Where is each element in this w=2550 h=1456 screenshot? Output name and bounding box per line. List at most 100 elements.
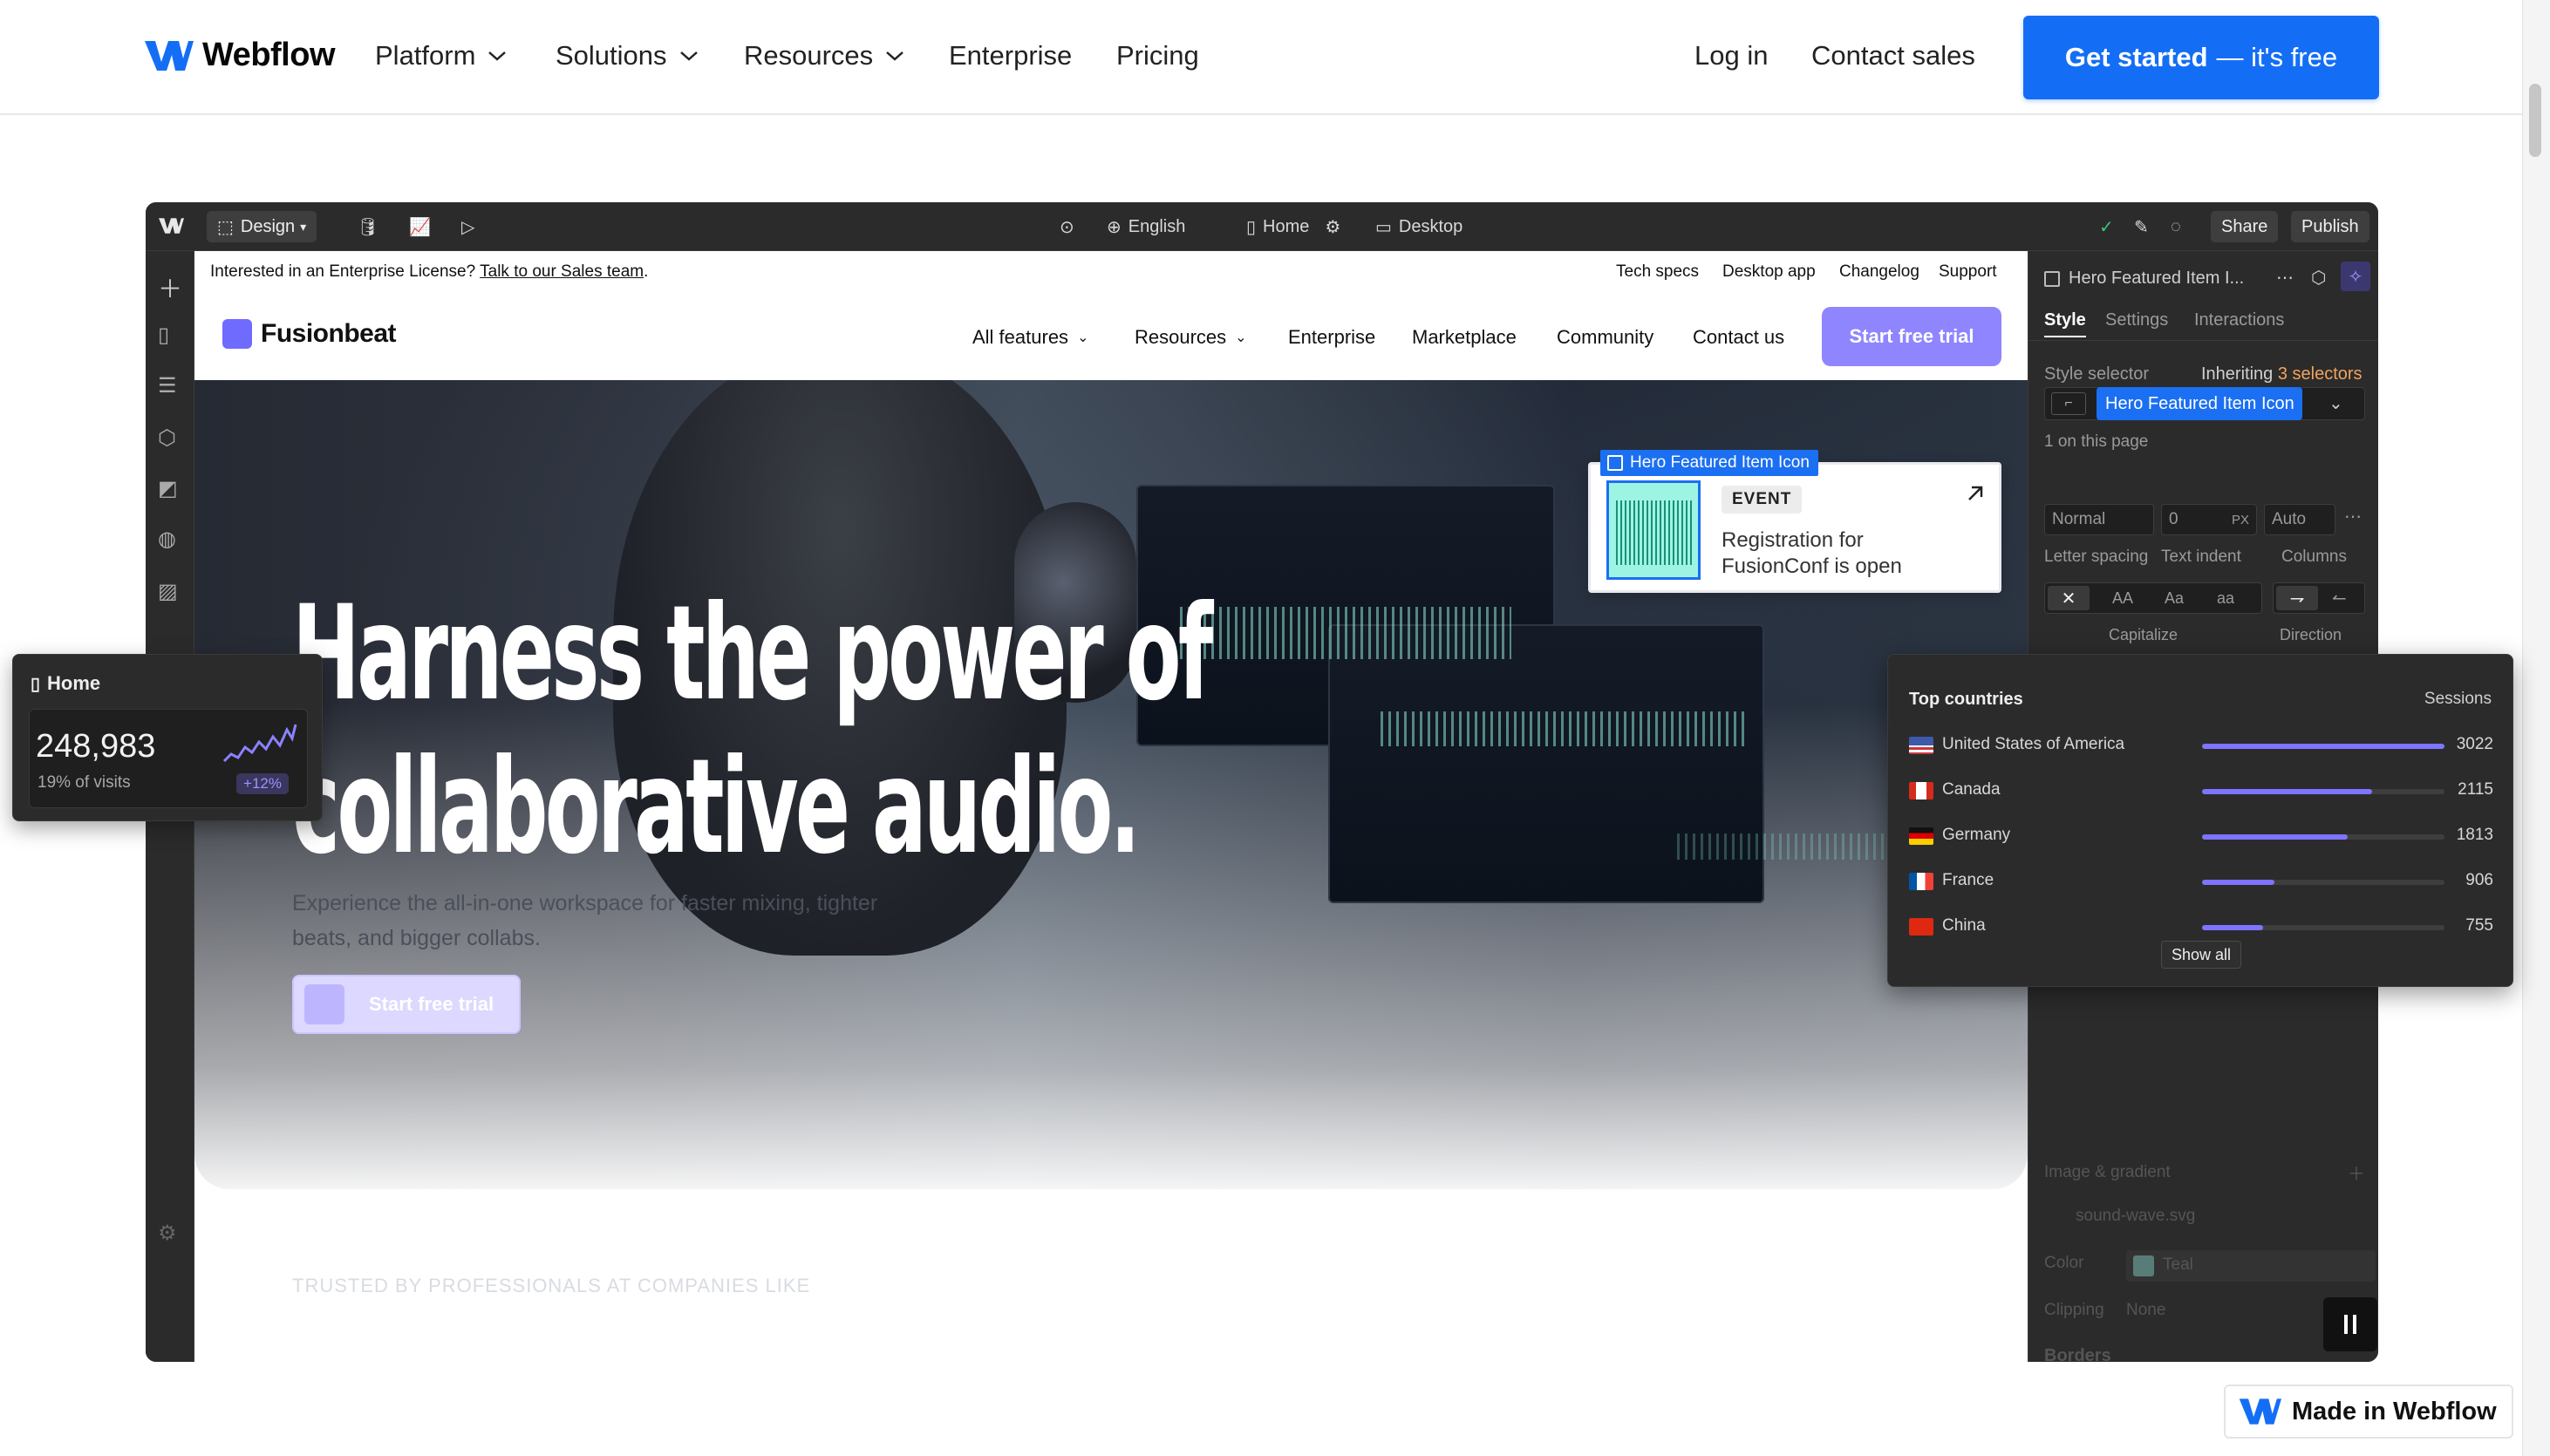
fb-nav-contact[interactable]: Contact us: [1693, 326, 1784, 349]
hero-start-trial-button[interactable]: Start free trial: [292, 975, 521, 1034]
webflow-logo-icon[interactable]: [158, 216, 184, 235]
image-file-name[interactable]: sound-wave.svg: [2076, 1207, 2195, 1226]
sessions-value: 906: [2465, 871, 2493, 889]
hero-featured-item-icon[interactable]: [1606, 480, 1701, 580]
page-selector[interactable]: ▯ Home ⚙: [1246, 213, 1340, 241]
screenshot-icon[interactable]: ⊙: [1060, 213, 1074, 241]
more-icon[interactable]: ⋯: [2344, 506, 2362, 527]
fb-nav-all-features[interactable]: All features ⌄: [972, 326, 1088, 349]
scrollbar-thumb[interactable]: [2529, 84, 2541, 157]
cms-icon[interactable]: 🛢: [357, 213, 378, 241]
columns-label: Columns: [2281, 548, 2347, 566]
variables-icon[interactable]: ◩: [158, 476, 182, 500]
settings-icon[interactable]: ⚙: [158, 1221, 182, 1245]
lowercase-toggle[interactable]: aa: [2217, 589, 2234, 608]
sessions-value: 755: [2465, 916, 2493, 935]
selector-type-icon[interactable]: ⌐: [2051, 392, 2086, 415]
util-support[interactable]: Support: [1939, 262, 1997, 282]
start-free-trial-button[interactable]: Start free trial: [1822, 307, 2001, 366]
color-label: Color: [2044, 1254, 2084, 1272]
country-row[interactable]: Canada 2115: [1909, 779, 2493, 805]
rtl-icon[interactable]: ↼: [2332, 588, 2347, 609]
nav-enterprise[interactable]: Enterprise: [949, 40, 1072, 71]
chevron-down-icon: ⌄: [1235, 330, 1247, 345]
get-started-button[interactable]: Get started — it's free: [2023, 16, 2379, 99]
add-icon[interactable]: ＋: [2348, 1160, 2365, 1185]
mode-label: Design: [240, 216, 296, 236]
tab-style[interactable]: Style: [2044, 310, 2086, 337]
page-visits-card[interactable]: ▯ Home 248,983 19% of visits +12%: [12, 654, 323, 821]
design-mode-dropdown[interactable]: ⬚ Design ▾: [207, 211, 317, 242]
play-icon[interactable]: ▷: [461, 213, 474, 241]
element-name: Hero Featured Item I...: [2069, 269, 2245, 288]
fb-nav-enterprise[interactable]: Enterprise: [1288, 326, 1375, 349]
chevron-down-icon[interactable]: ⌄: [2328, 392, 2343, 414]
styles-icon[interactable]: ◍: [158, 527, 182, 551]
made-in-webflow-badge[interactable]: Made in Webflow: [2224, 1385, 2513, 1439]
sales-team-link[interactable]: Talk to our Sales team: [480, 262, 644, 281]
locale-selector[interactable]: ⊕ English: [1107, 213, 1185, 241]
webflow-logo[interactable]: Webflow: [143, 37, 336, 74]
tab-interactions[interactable]: Interactions: [2194, 310, 2284, 330]
util-tech-specs[interactable]: Tech specs: [1616, 262, 1699, 282]
hero-featured-item[interactable]: EVENT Registration for FusionConf is open: [1588, 462, 2001, 593]
nav-solutions-label: Solutions: [556, 40, 667, 71]
selectors-count-link[interactable]: 3 selectors: [2278, 364, 2362, 384]
fb-nav-community[interactable]: Community: [1557, 326, 1653, 349]
login-link[interactable]: Log in: [1694, 40, 1768, 71]
hero-title-line2: collaborative audio.: [292, 731, 1141, 883]
event-tag: EVENT: [1722, 486, 1803, 514]
more-icon[interactable]: ⋯: [2276, 267, 2294, 289]
borders-heading[interactable]: Borders: [2044, 1346, 2111, 1362]
country-row[interactable]: France 906: [1909, 869, 2493, 895]
add-icon[interactable]: ＋: [158, 270, 182, 303]
visits-share: 19% of visits: [38, 773, 131, 792]
nav-resources[interactable]: Resources: [744, 40, 904, 71]
fb-nav-resources[interactable]: Resources ⌄: [1135, 326, 1247, 349]
text-indent-input[interactable]: 0 PX: [2161, 504, 2257, 535]
chat-icon[interactable]: ◌: [2171, 213, 2181, 241]
fusionbeat-logo[interactable]: Fusionbeat: [222, 319, 397, 349]
fb-nav-marketplace[interactable]: Marketplace: [1412, 326, 1517, 349]
pause-button[interactable]: [2323, 1297, 2377, 1351]
comments-icon[interactable]: ✎: [2134, 213, 2149, 241]
util-changelog[interactable]: Changelog: [1839, 262, 1919, 282]
breakpoint-selector[interactable]: ▭ Desktop: [1375, 213, 1462, 241]
pages-icon[interactable]: ▯: [158, 323, 182, 347]
analytics-icon[interactable]: 📈: [409, 213, 431, 241]
share-button[interactable]: Share: [2211, 211, 2279, 242]
navigator-icon[interactable]: ☰: [158, 373, 182, 398]
country-row[interactable]: United States of America 3022: [1909, 733, 2493, 759]
featured-line2: FusionConf is open: [1722, 555, 1902, 578]
nav-platform[interactable]: Platform: [375, 40, 507, 71]
design-canvas[interactable]: Interested in an Enterprise License? Tal…: [194, 251, 2028, 1362]
hero-subtitle-line1: Experience the all-in-one workspace for …: [292, 891, 878, 915]
fb-nav-label: All features: [972, 326, 1069, 348]
close-icon[interactable]: ✕: [2048, 586, 2090, 610]
hero-waveform: [1180, 607, 1511, 659]
nav-solutions[interactable]: Solutions: [556, 40, 699, 71]
columns-input[interactable]: Auto: [2264, 504, 2335, 535]
country-row[interactable]: Germany 1813: [1909, 824, 2493, 850]
components-icon[interactable]: ⬡: [158, 425, 182, 450]
ai-assistant-icon[interactable]: ✧: [2341, 262, 2370, 291]
check-icon: ✓: [2099, 217, 2114, 237]
ltr-icon[interactable]: ⇁: [2276, 586, 2318, 610]
uppercase-toggle[interactable]: AA: [2112, 589, 2133, 608]
assets-icon[interactable]: ▨: [158, 579, 182, 603]
arrow-up-right-icon[interactable]: [1966, 484, 1985, 503]
publish-button[interactable]: Publish: [2291, 211, 2369, 242]
letter-spacing-input[interactable]: Normal: [2044, 504, 2154, 535]
capitalize-toggle[interactable]: Aa: [2165, 589, 2184, 608]
contact-sales-link[interactable]: Contact sales: [1811, 40, 1975, 71]
tab-settings[interactable]: Settings: [2105, 310, 2168, 330]
flag-us-icon: [1909, 737, 1933, 754]
nav-pricing[interactable]: Pricing: [1116, 40, 1199, 71]
util-desktop-app[interactable]: Desktop app: [1722, 262, 1816, 282]
page-scrollbar[interactable]: [2522, 0, 2550, 1456]
selector-pill[interactable]: Hero Featured Item Icon: [2097, 387, 2302, 420]
clipping-value[interactable]: None: [2126, 1301, 2165, 1320]
country-row[interactable]: China 755: [1909, 915, 2493, 941]
component-icon[interactable]: ⬡: [2311, 267, 2326, 289]
show-all-button[interactable]: Show all: [2161, 941, 2241, 969]
